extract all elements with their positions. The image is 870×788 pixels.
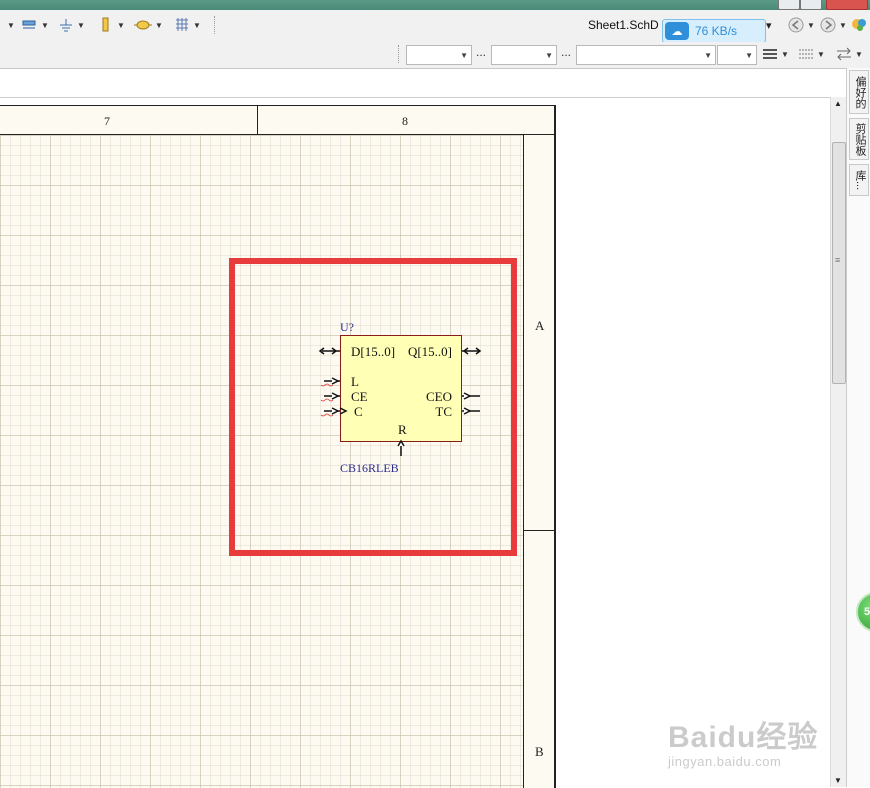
component-designator[interactable]: U? [340,320,354,335]
toolbar-separator [214,16,217,34]
ellipsis-2: ... [561,45,572,59]
restore-button[interactable] [800,0,822,10]
zone-row-label: A [535,318,545,333]
grid-icon[interactable]: ▼ [174,16,201,34]
download-speed: 76 KB/s [695,24,738,38]
baidu-watermark: Baidu经验 jingyan.baidu.com [668,712,818,769]
ground-icon[interactable]: ▼ [58,16,85,34]
port-icon[interactable]: ▼ [98,16,125,34]
tab-libraries[interactable]: 库... [849,164,869,196]
zone-column-label: 8 [402,114,408,128]
tab-clipboard[interactable]: 剪贴板 [849,118,869,160]
cloud-icon: ☁ [665,22,689,40]
net-label-icon[interactable]: ▼ [134,16,163,34]
scroll-up-icon[interactable]: ▲ [834,99,842,108]
schematic-canvas[interactable]: 7 8 A B U? D[15..0] Q[15..0] L CE CEO C … [0,97,830,788]
component-comment[interactable]: CB16RLEB [340,461,399,476]
close-button[interactable] [826,0,868,10]
swap-icon[interactable]: ▼ [836,45,863,63]
tab-list-icon[interactable]: ▾ [766,16,772,34]
right-dock-panel: 偏好的 剪贴板 库... [846,68,870,787]
scrollbar-thumb[interactable]: ≡ [832,142,846,384]
vertical-scrollbar[interactable]: ▲ ≡ ▼ [830,97,846,787]
watermark-url: jingyan.baidu.com [668,754,782,769]
combo-box-4[interactable]: ▼ [717,45,757,65]
window-title-bar [0,0,870,10]
combo-box-2[interactable]: ▼ [491,45,557,65]
tab-favorites[interactable]: 偏好的 [849,70,869,114]
forward-icon[interactable]: ▼ [820,16,847,34]
zone-divider [524,530,554,531]
combo-box-1[interactable]: ▼ [406,45,472,65]
zone-divider [257,106,258,136]
dropdown-arrow-icon[interactable]: ▼ [4,16,15,34]
settings-icon[interactable] [850,16,868,34]
document-tab[interactable]: Sheet1.SchD [588,18,659,32]
dash-style-icon[interactable]: ▼ [798,45,825,63]
scroll-down-icon[interactable]: ▼ [834,776,842,785]
badge-number: 51 [864,606,870,618]
toolbar-secondary: ▼ ... ▼ ... ▼ ▼ ▼ ▼ ▼ [0,42,870,69]
watermark-logo: Baidu经验 [668,721,819,754]
zone-ruler-top: 7 8 [0,105,554,136]
combo-box-3[interactable]: ▼ [576,45,716,65]
bus-entry-icon[interactable]: ▼ [22,16,49,34]
component-pins [318,347,482,456]
grip-icon: ≡ [835,255,841,265]
back-icon[interactable]: ▼ [788,16,815,34]
toolbar-separator [398,45,401,63]
minimize-button[interactable] [778,0,800,10]
line-style-icon[interactable]: ▼ [762,45,789,63]
zone-column-label: 7 [104,114,110,128]
zone-row-label: B [535,744,544,759]
ellipsis-1: ... [476,45,487,59]
download-speed-indicator[interactable]: ☁ 76 KB/s [662,19,766,43]
